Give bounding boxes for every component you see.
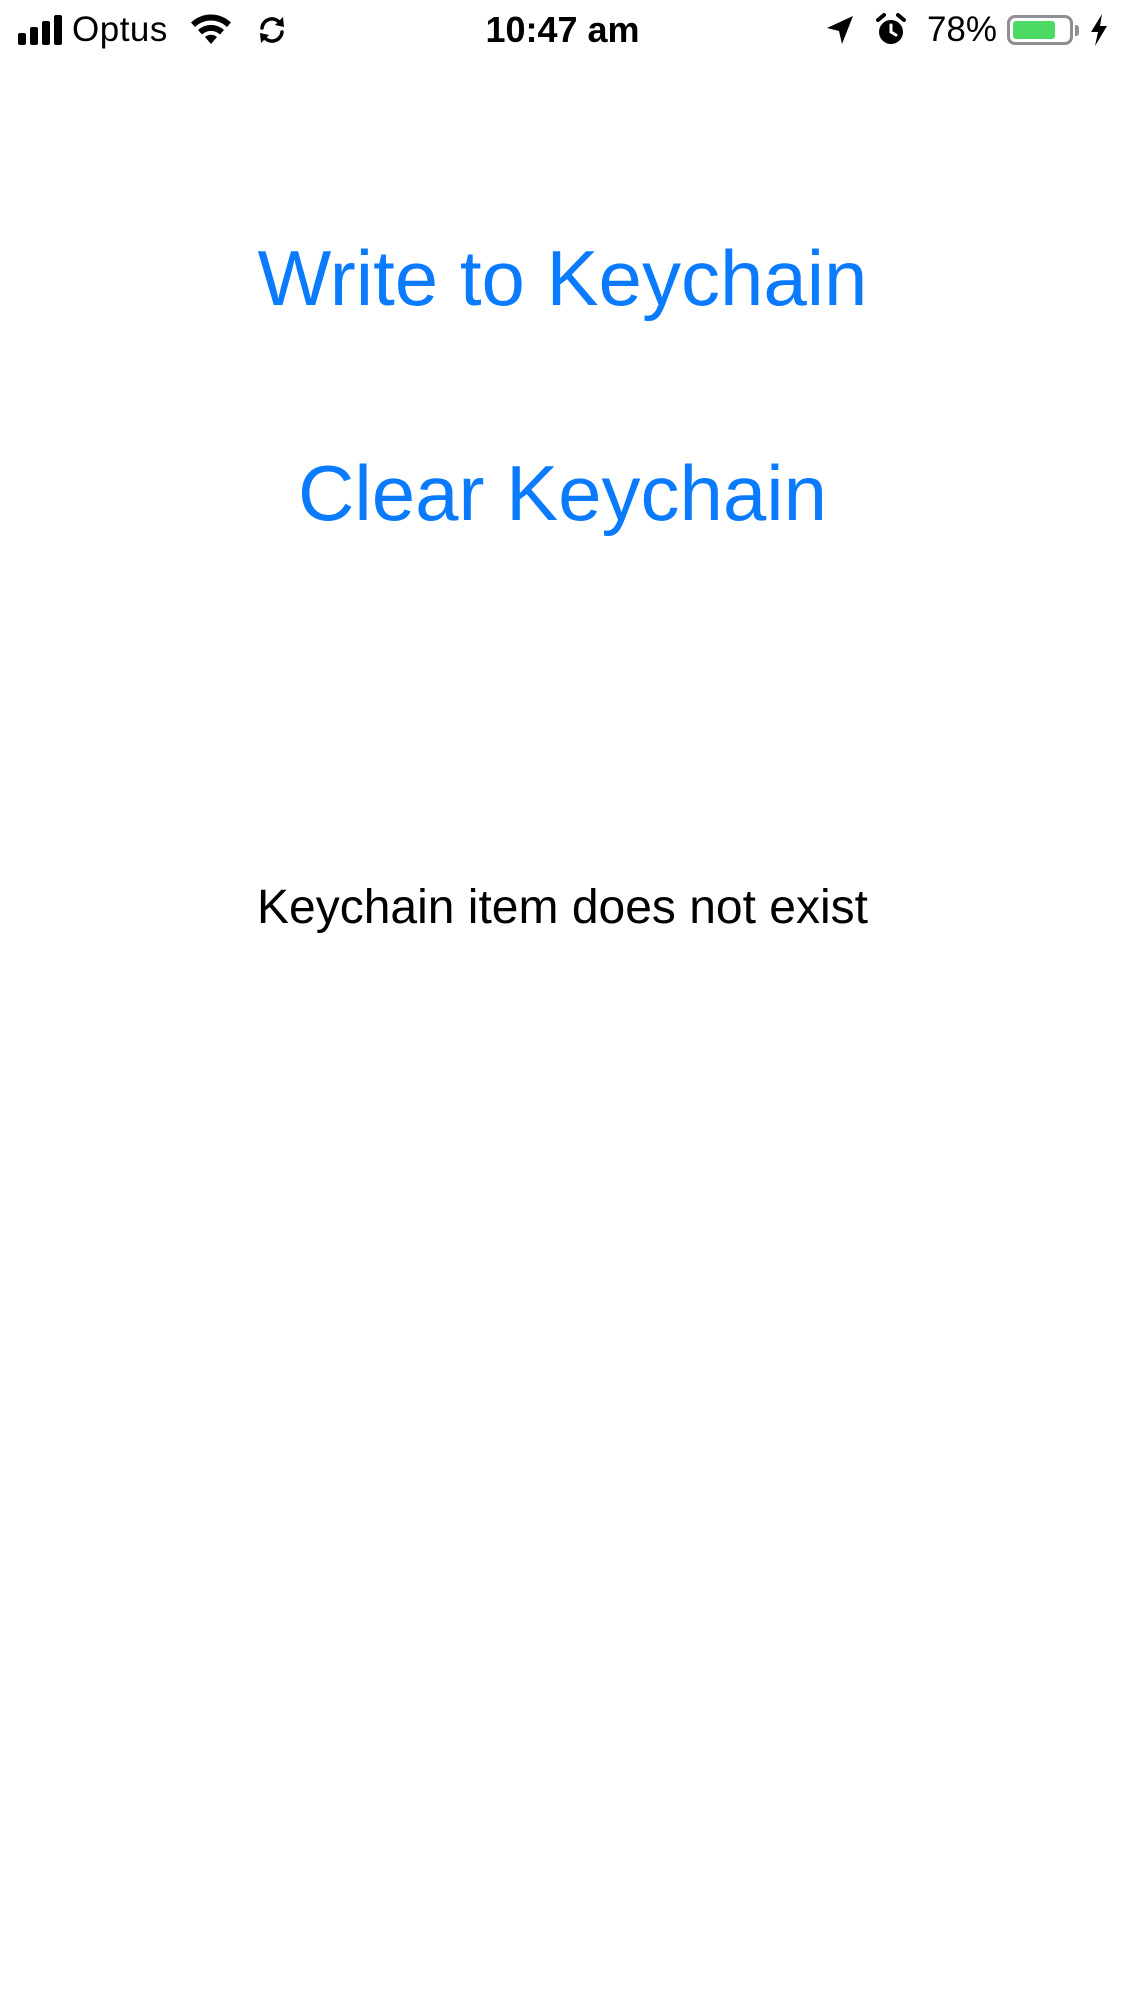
battery-fill-level <box>1013 21 1056 39</box>
carrier-name: Optus <box>72 10 168 49</box>
battery-icon <box>1007 15 1079 45</box>
status-bar: Optus 10:47 am 78% <box>0 0 1125 62</box>
wifi-icon <box>190 14 232 46</box>
location-arrow-icon <box>825 14 855 46</box>
battery-percentage: 78% <box>926 10 997 49</box>
battery-body <box>1007 15 1073 45</box>
alarm-clock-icon <box>875 13 907 47</box>
status-bar-left: Optus <box>18 8 288 52</box>
cellular-signal-icon <box>18 15 62 45</box>
write-to-keychain-button[interactable]: Write to Keychain <box>0 228 1125 328</box>
charging-bolt-icon <box>1089 13 1109 47</box>
status-bar-right: 78% <box>825 8 1109 52</box>
clear-keychain-button[interactable]: Clear Keychain <box>0 443 1125 543</box>
battery-tip <box>1075 24 1079 36</box>
keychain-status-label: Keychain item does not exist <box>257 881 868 934</box>
clock-time: 10:47 am <box>485 9 640 50</box>
sync-icon <box>256 14 288 46</box>
